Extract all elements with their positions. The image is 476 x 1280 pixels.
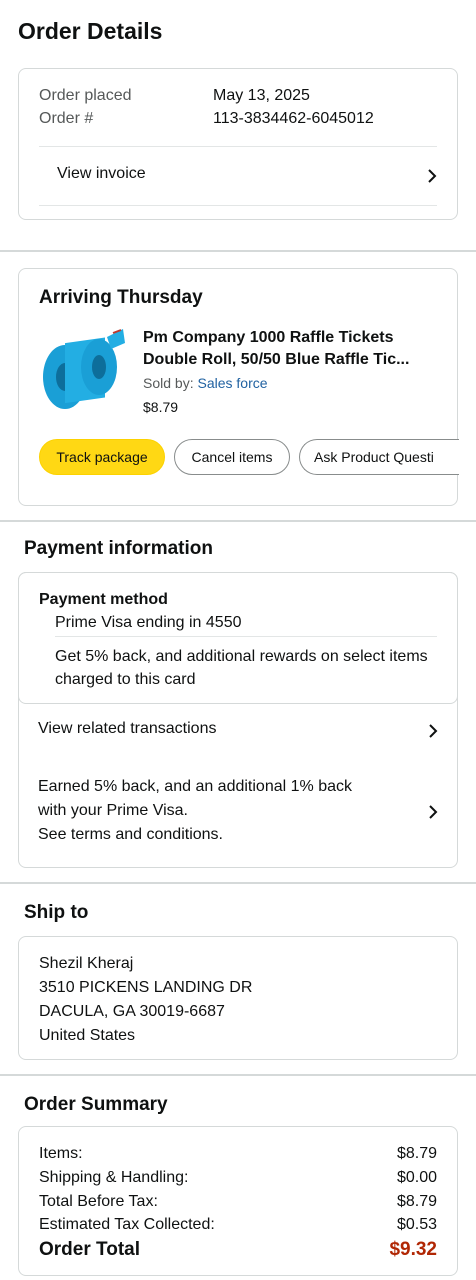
divider [39, 205, 437, 206]
address-street: 3510 PICKENS LANDING DR [39, 979, 253, 996]
summary-label: Shipping & Handling: [39, 1169, 189, 1186]
raffle-ticket-roll-image[interactable] [37, 325, 127, 413]
delivery-status: Arriving Thursday [39, 287, 203, 308]
rewards-line-1: Earned 5% back, and an additional 1% bac… [38, 778, 352, 795]
cancel-items-button[interactable]: Cancel items [174, 439, 290, 475]
seller-link[interactable]: Sales force [197, 375, 267, 391]
summary-value: $0.00 [396, 1169, 437, 1186]
order-number-label: Order # [39, 110, 94, 127]
section-divider [0, 520, 476, 522]
ship-to-title: Ship to [24, 902, 89, 923]
card-promo-text: Get 5% back, and additional rewards on s… [55, 648, 428, 688]
page-title: Order Details [18, 18, 163, 44]
product-price: $8.79 [143, 399, 179, 415]
summary-row-items: Items: $8.79 [39, 1145, 437, 1163]
divider [55, 636, 437, 637]
recipient-name: Shezil Kheraj [39, 955, 134, 972]
sold-by-label: Sold by: [143, 375, 194, 391]
ship-to-card: Shezil Kheraj 3510 PICKENS LANDING DR DA… [18, 936, 458, 1060]
summary-value: $8.79 [396, 1193, 437, 1210]
view-related-transactions-label: View related transactions [38, 720, 217, 737]
summary-row-before-tax: Total Before Tax: $8.79 [39, 1193, 437, 1211]
view-invoice-label: View invoice [57, 165, 146, 182]
order-summary-title: Order Summary [24, 1094, 168, 1115]
summary-row-shipping: Shipping & Handling: $0.00 [39, 1169, 437, 1187]
chevron-right-icon [429, 805, 438, 819]
order-placed-value: May 13, 2025 [213, 87, 310, 104]
summary-row-tax: Estimated Tax Collected: $0.53 [39, 1216, 437, 1234]
track-package-button[interactable]: Track package [39, 439, 165, 475]
order-summary-card: Items: $8.79 Shipping & Handling: $0.00 … [18, 1126, 458, 1276]
chevron-right-icon [429, 724, 438, 738]
rewards-line-2: with your Prime Visa. [38, 802, 188, 819]
summary-label: Items: [39, 1145, 83, 1162]
order-total-label: Order Total [39, 1239, 140, 1260]
order-total-row: Order Total $9.32 [39, 1239, 437, 1261]
order-info-card: Order placed May 13, 2025 Order # 113-38… [18, 68, 458, 220]
section-divider [0, 882, 476, 884]
order-number-value: 113-3834462-6045012 [213, 110, 374, 127]
summary-label: Estimated Tax Collected: [39, 1216, 215, 1233]
terms-link[interactable]: See terms and conditions. [38, 826, 223, 844]
shipment-card: Arriving Thursday Pm Company 1000 Raffle… [18, 268, 459, 506]
payment-method-box: Payment method Prime Visa ending in 4550… [18, 572, 458, 704]
product-title[interactable]: Pm Company 1000 Raffle Tickets Double Ro… [143, 327, 449, 371]
payment-method-label: Payment method [39, 591, 168, 608]
summary-value: $0.53 [396, 1216, 437, 1233]
ask-product-question-button[interactable]: Ask Product Questi [299, 439, 459, 475]
payment-section-title: Payment information [24, 538, 213, 559]
section-divider [0, 250, 476, 252]
order-placed-label: Order placed [39, 87, 132, 104]
summary-label: Total Before Tax: [39, 1193, 158, 1210]
order-total-value: $9.32 [389, 1239, 437, 1260]
chevron-right-icon [428, 169, 437, 183]
view-related-transactions-row[interactable]: View related transactions [18, 710, 458, 752]
address-country: United States [39, 1027, 136, 1044]
sold-by: Sold by: Sales force [143, 375, 268, 391]
summary-value: $8.79 [396, 1145, 437, 1162]
address-city: DACULA, GA 30019-6687 [39, 1003, 225, 1020]
payment-card-info: Prime Visa ending in 4550 [55, 614, 242, 631]
view-invoice-row[interactable]: View invoice [19, 147, 457, 205]
section-divider [0, 1074, 476, 1076]
prime-visa-rewards-row[interactable]: Earned 5% back, and an additional 1% bac… [18, 776, 458, 850]
